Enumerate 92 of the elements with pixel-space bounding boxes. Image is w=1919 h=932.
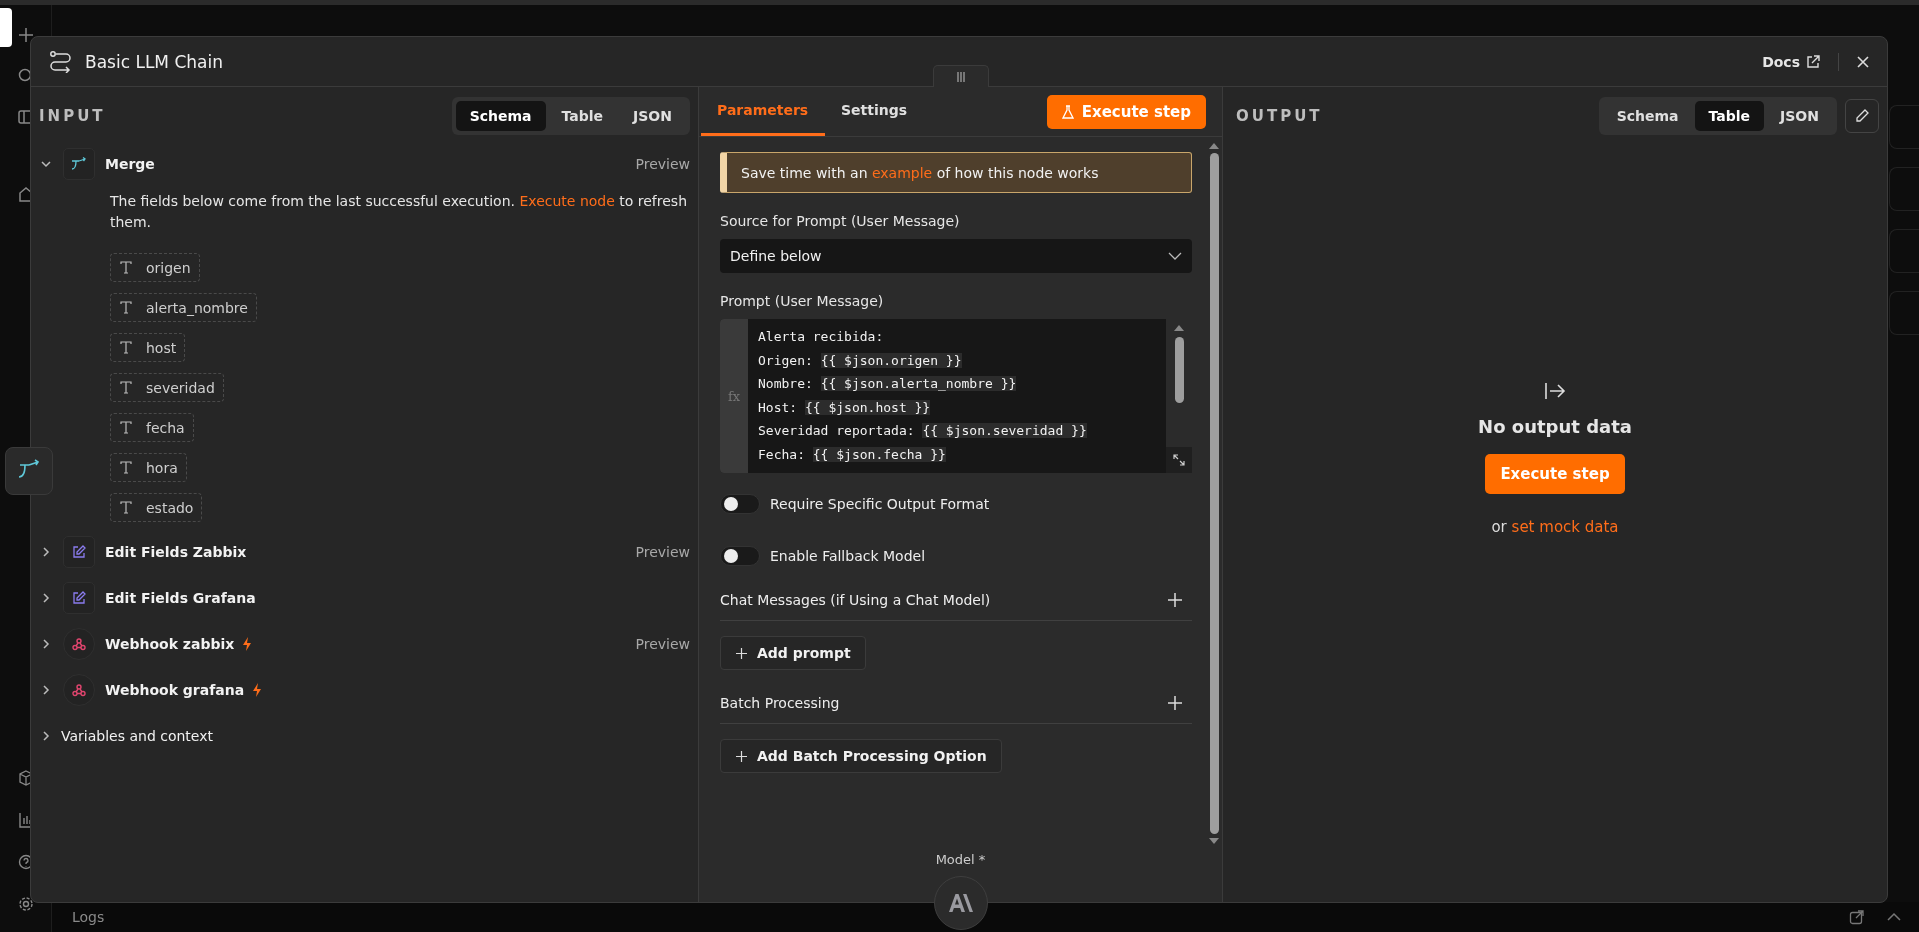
toggle-switch[interactable]	[720, 546, 760, 566]
output-heading: OUTPUT	[1236, 107, 1323, 125]
text-type-icon	[120, 301, 132, 314]
pop-out-icon[interactable]	[1849, 909, 1865, 925]
webhook-icon	[72, 683, 86, 697]
scroll-up-icon[interactable]	[1174, 325, 1184, 331]
plus-icon	[736, 750, 747, 762]
field-pill[interactable]: hora	[110, 453, 187, 482]
field-label: Prompt (User Message)	[720, 293, 885, 309]
chevron-icon[interactable]	[40, 159, 52, 169]
text-type-icon	[120, 501, 132, 514]
field-pill[interactable]: host	[110, 333, 186, 362]
close-icon[interactable]	[1857, 55, 1869, 68]
code-line: Fecha: {{ $json.fecha }}	[758, 445, 947, 464]
execute-node-link[interactable]: Execute node	[519, 193, 615, 209]
field-label: Source for Prompt (User Message)	[720, 213, 961, 229]
set-mock-data-link[interactable]: set mock data	[1511, 518, 1619, 536]
example-link[interactable]: example	[871, 164, 933, 181]
view-tab[interactable]: Schema	[455, 101, 546, 131]
logs-label[interactable]: Logs	[72, 909, 1849, 925]
node-name[interactable]: Edit Fields Grafana	[105, 590, 256, 606]
field-pill[interactable]: estado	[110, 493, 203, 522]
text-type-icon	[120, 381, 132, 394]
view-tab[interactable]: Table	[547, 101, 618, 131]
docs-link[interactable]: Docs	[1762, 53, 1820, 70]
toggle-switch[interactable]	[720, 494, 760, 514]
view-tab[interactable]: Schema	[1602, 101, 1693, 131]
code-line: Alerta recibida:	[758, 328, 885, 346]
view-tab[interactable]: JSON	[1766, 101, 1833, 131]
chevron-icon[interactable]	[41, 546, 51, 558]
scroll-down-icon[interactable]	[1209, 838, 1219, 844]
expression-marker: fx	[727, 388, 741, 404]
node-name[interactable]: Webhook zabbix	[105, 636, 235, 652]
text-type-icon	[120, 461, 132, 474]
dialog-title: Basic LLM Chain	[85, 51, 223, 72]
section-label: Chat Messages (if Using a Chat Model)	[720, 592, 991, 608]
view-tab[interactable]: Table	[1694, 101, 1765, 131]
pencil-icon	[1855, 109, 1869, 123]
chevron-icon[interactable]	[41, 730, 51, 742]
scroll-up-icon[interactable]	[1209, 143, 1219, 149]
section-label: Batch Processing	[720, 695, 840, 711]
add-button[interactable]: Add Batch Processing Option	[720, 739, 1002, 773]
edit-button[interactable]	[1845, 99, 1879, 133]
hint-text: Save time with an example of how this node works	[741, 164, 1099, 181]
node-name[interactable]: Webhook grafana	[105, 682, 245, 698]
node-name[interactable]: Merge	[105, 156, 155, 172]
webhook-icon	[72, 637, 86, 651]
chevron-down-icon	[1168, 252, 1182, 260]
code-line: Nombre: {{ $json.alerta_nombre }}	[758, 375, 1018, 393]
drag-handle[interactable]	[932, 65, 989, 87]
expand-icon[interactable]	[1166, 447, 1192, 473]
view-tab[interactable]: JSON	[619, 101, 686, 131]
variables-label[interactable]: Variables and context	[61, 728, 213, 744]
chevron-icon[interactable]	[41, 592, 51, 604]
arrow-right-to-bar-icon	[1544, 382, 1566, 400]
text-type-icon	[120, 261, 132, 274]
external-link-icon	[1806, 54, 1820, 69]
chain-icon	[49, 50, 73, 73]
plus-icon	[736, 647, 747, 659]
chevron-up-icon[interactable]	[1887, 912, 1901, 922]
flask-icon	[1061, 104, 1074, 119]
chevron-icon[interactable]	[41, 638, 51, 650]
model-label: Model *	[935, 852, 986, 867]
source-select[interactable]: Define below	[720, 239, 1192, 273]
or-text: or	[1491, 518, 1507, 536]
prompt-editor[interactable]: fx Alerta recibida: Origen: {{ $json.origen }} Nombre: {{ $json.alerta_nombre }} Host: {{ $json.host }} Severidad reportada: {{ $json.severidad }} Fecha: {{ $json.fecha }}	[720, 319, 1166, 473]
notice-text: The fields below come from the last successful execution. Execute node to refresh them.	[110, 192, 688, 232]
preview-link[interactable]: Preview	[635, 156, 690, 172]
input-heading: INPUT	[39, 107, 106, 125]
text-type-icon	[120, 421, 132, 434]
settings-icon[interactable]	[17, 896, 34, 912]
field-pill[interactable]: origen	[110, 253, 200, 282]
merge-node-icon[interactable]	[5, 447, 53, 495]
preview-link[interactable]: Preview	[635, 636, 690, 652]
merge-icon	[71, 157, 87, 171]
code-line: Severidad reportada: {{ $json.severidad }}	[758, 422, 1087, 440]
parameters-tab[interactable]: Parameters	[701, 87, 825, 136]
code-line: Host: {{ $json.host }}	[758, 398, 932, 417]
field-pill[interactable]: severidad	[110, 373, 224, 402]
preview-link[interactable]: Preview	[635, 544, 690, 560]
toggle-label: Require Specific Output Format	[770, 496, 990, 512]
add-icon[interactable]	[17, 27, 34, 43]
field-pill[interactable]: alerta_nombre	[110, 293, 257, 322]
toggle-label: Enable Fallback Model	[770, 548, 926, 564]
empty-title: No output data	[1478, 416, 1632, 437]
chevron-icon[interactable]	[41, 684, 51, 696]
parameters-tab[interactable]: Settings	[825, 87, 924, 136]
text-type-icon	[120, 341, 132, 354]
code-line: Origen: {{ $json.origen }}	[758, 351, 963, 370]
add-button[interactable]: Add prompt	[720, 636, 866, 670]
node-name[interactable]: Edit Fields Zabbix	[105, 544, 247, 560]
field-pill[interactable]: fecha	[110, 413, 194, 442]
